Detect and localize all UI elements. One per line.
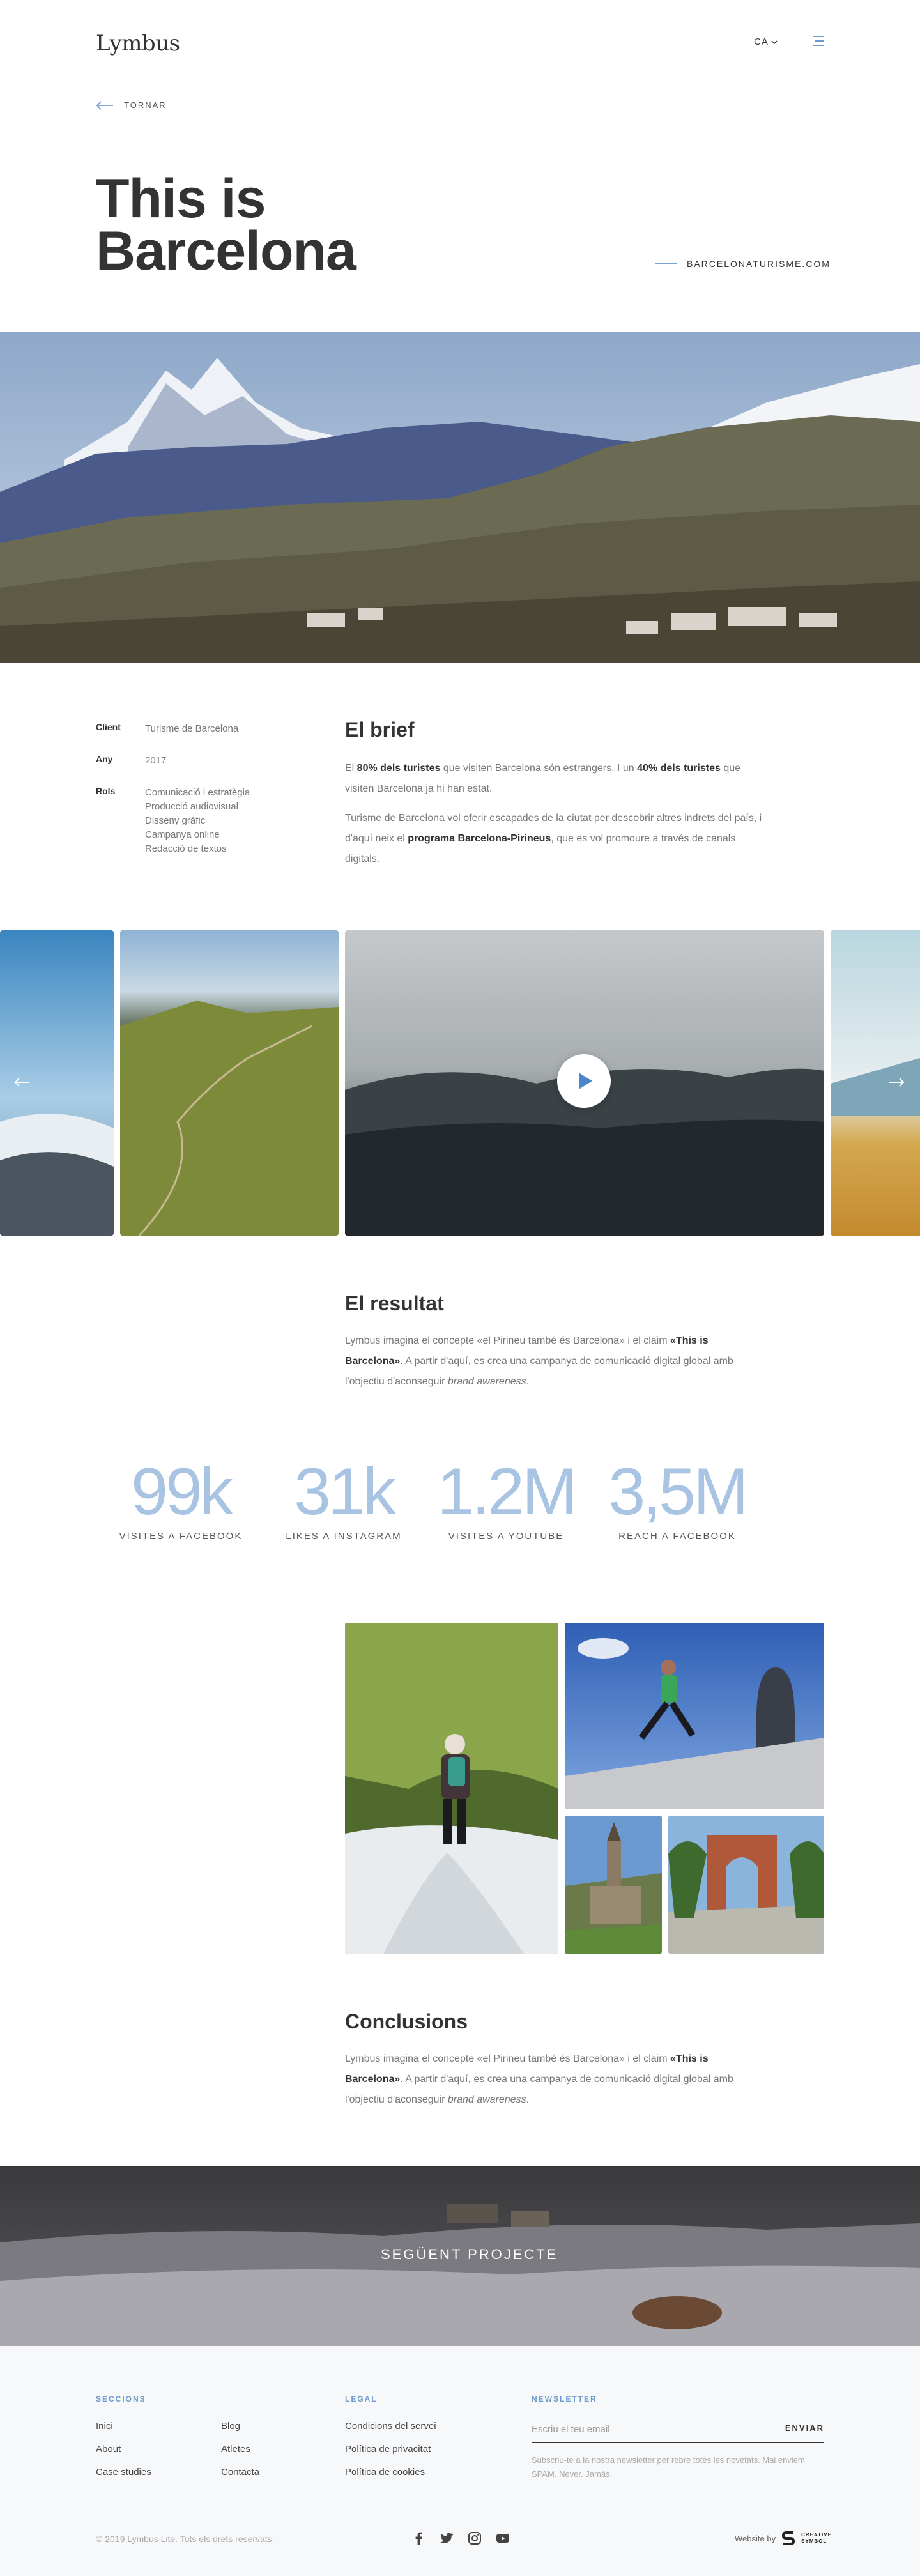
- next-project-label: SEGÜENT PROJECTE: [381, 2246, 558, 2262]
- role-item: Producció audiovisual: [145, 801, 238, 812]
- footer-link-cookies[interactable]: Política de cookies: [345, 2461, 436, 2484]
- carousel-image: [120, 930, 339, 1236]
- brief-paragraph-1: El 80% dels turistes que visiten Barcelo…: [345, 763, 741, 794]
- result-title: El resultat: [345, 1292, 444, 1315]
- facebook-icon[interactable]: [411, 2531, 425, 2545]
- stat-facebook-reach: 3,5M REACH A FACEBOOK: [594, 1457, 760, 1542]
- play-button[interactable]: [557, 1054, 611, 1108]
- role-item: Comunicació i estratègia: [145, 787, 250, 798]
- footer-newsletter-title: NEWSLETTER: [532, 2395, 597, 2404]
- stat-number: 1.2M: [437, 1455, 577, 1529]
- language-selector[interactable]: CA: [754, 36, 778, 47]
- meta-value: Turisme de Barcelona: [145, 723, 239, 734]
- language-label: CA: [754, 36, 769, 47]
- meta-key: Any: [96, 754, 113, 764]
- stat-instagram-likes: 31k LIKES A INSTAGRAM: [261, 1457, 427, 1542]
- stat-youtube-visits: 1.2M VISITES A YOUTUBE: [423, 1457, 589, 1542]
- photo-hiker-snow: [345, 1623, 558, 1954]
- carousel-image: [831, 930, 920, 1236]
- youtube-icon[interactable]: [496, 2531, 510, 2545]
- carousel-prev-arrow[interactable]: [13, 1073, 32, 1092]
- stat-number: 31k: [294, 1455, 396, 1529]
- stat-label: REACH A FACEBOOK: [618, 1531, 736, 1542]
- footer-sections-title: SECCIONS: [96, 2395, 146, 2404]
- instagram-icon[interactable]: [468, 2531, 482, 2545]
- photo-runner-tower: [565, 1623, 824, 1809]
- photo-church: [565, 1816, 662, 1954]
- hero-image: [0, 332, 920, 663]
- meta-value: Comunicació i estratègia Producció audio…: [145, 786, 250, 856]
- stat-facebook-visits: 99k VISITES A FACEBOOK: [98, 1457, 264, 1542]
- play-icon: [579, 1073, 592, 1089]
- footer-link-about[interactable]: About: [96, 2438, 221, 2461]
- footer: SECCIONS Inici About Case studies Blog A…: [0, 2346, 920, 2576]
- project-meta: Client Turisme de Barcelona Any 2017 Rol…: [96, 722, 250, 874]
- meta-client: Client Turisme de Barcelona: [96, 722, 250, 736]
- copyright: © 2019 Lymbus Lite. Tots els drets reser…: [96, 2534, 275, 2544]
- conclusions-section: Conclusions Lymbus imagina el concepte «…: [345, 2010, 767, 2110]
- role-item: Campanya online: [145, 829, 220, 840]
- footer-link-athletes[interactable]: Atletes: [221, 2438, 259, 2461]
- conclusions-title: Conclusions: [345, 2010, 468, 2033]
- footer-legal: LEGAL Condicions del servei Política de …: [345, 2395, 436, 2484]
- website-link-label: BARCELONATURISME.COM: [687, 259, 831, 269]
- page-title: This is Barcelona: [96, 171, 356, 279]
- chevron-down-icon: [771, 40, 778, 44]
- menu-icon[interactable]: [811, 35, 824, 47]
- credit-prefix: Website by: [735, 2533, 776, 2543]
- credit-brand: CREATIVE SYMBOL: [801, 2532, 832, 2545]
- newsletter-form: ENVIAR: [532, 2418, 824, 2443]
- image-carousel[interactable]: [0, 930, 920, 1236]
- creative-symbol-logo-icon: [782, 2531, 795, 2545]
- logo[interactable]: Lymbus: [96, 31, 180, 56]
- website-link[interactable]: BARCELONATURISME.COM: [655, 259, 831, 269]
- credit-brand-line-1: CREATIVE: [801, 2532, 832, 2538]
- stat-label: VISITES A FACEBOOK: [119, 1531, 243, 1542]
- footer-link-privacy[interactable]: Política de privacitat: [345, 2438, 436, 2461]
- website-credit[interactable]: Website by CREATIVE SYMBOL: [735, 2530, 832, 2547]
- role-item: Disseny gràfic: [145, 815, 206, 826]
- credit-brand-line-2: SYMBOL: [801, 2538, 827, 2544]
- brief-paragraph-2: Turisme de Barcelona vol oferir escapade…: [345, 813, 762, 864]
- footer-link-home[interactable]: Inici: [96, 2415, 221, 2438]
- photo-arc-de-triomf: [668, 1816, 824, 1954]
- arrow-left-icon: [96, 100, 113, 110]
- stat-number: 3,5M: [608, 1455, 748, 1529]
- meta-key: Rols: [96, 786, 116, 796]
- result-paragraph: Lymbus imagina el concepte «el Pirineu t…: [345, 1335, 733, 1387]
- result-section: El resultat Lymbus imagina el concepte «…: [345, 1292, 767, 1392]
- link-line: [655, 263, 677, 264]
- next-project-banner[interactable]: SEGÜENT PROJECTE: [0, 2166, 920, 2346]
- footer-link-terms[interactable]: Condicions del servei: [345, 2415, 436, 2438]
- brief-title: El brief: [345, 718, 415, 741]
- carousel-next-arrow[interactable]: [887, 1073, 906, 1092]
- meta-key: Client: [96, 722, 121, 732]
- meta-year: Any 2017: [96, 754, 250, 768]
- stat-label: LIKES A INSTAGRAM: [286, 1531, 402, 1542]
- social-links: [411, 2531, 510, 2545]
- back-link[interactable]: TORNAR: [96, 100, 167, 110]
- footer-sections: SECCIONS Inici About Case studies Blog A…: [96, 2395, 259, 2484]
- twitter-icon[interactable]: [440, 2531, 454, 2545]
- newsletter-note: Subscriu-te a la nostra newsletter per r…: [532, 2455, 805, 2479]
- footer-link-contact[interactable]: Contacta: [221, 2461, 259, 2484]
- meta-roles: Rols Comunicació i estratègia Producció …: [96, 786, 250, 856]
- footer-legal-title: LEGAL: [345, 2395, 378, 2404]
- conclusions-paragraph: Lymbus imagina el concepte «el Pirineu t…: [345, 2053, 733, 2105]
- stat-number: 99k: [131, 1455, 233, 1529]
- title-line-2: Barcelona: [96, 220, 356, 282]
- newsletter-send-button[interactable]: ENVIAR: [785, 2423, 824, 2433]
- role-item: Redacció de textos: [145, 843, 227, 854]
- brief-section: El brief El 80% dels turistes que visite…: [345, 718, 767, 870]
- stat-label: VISITES A YOUTUBE: [448, 1531, 564, 1542]
- footer-link-blog[interactable]: Blog: [221, 2415, 259, 2438]
- newsletter-email-input[interactable]: [532, 2418, 749, 2441]
- footer-link-case-studies[interactable]: Case studies: [96, 2461, 221, 2484]
- back-label: TORNAR: [124, 100, 167, 110]
- meta-value: 2017: [145, 755, 167, 766]
